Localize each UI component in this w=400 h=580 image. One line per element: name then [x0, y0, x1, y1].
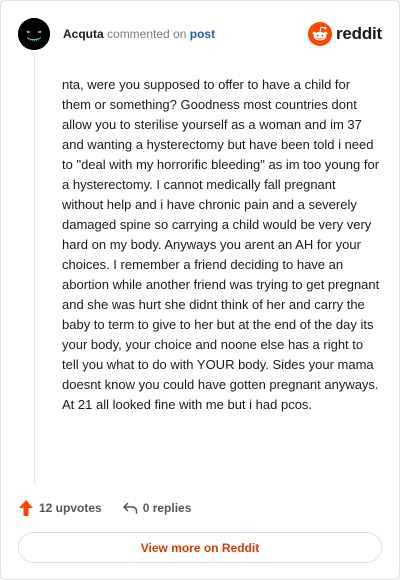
comment-text: nta, were you supposed to offer to have … [62, 77, 380, 412]
reddit-wordmark: reddit [335, 24, 382, 43]
comment-embed-card: Acquta commented on post reddit nta, wer… [0, 0, 400, 580]
comment-actions: 12 upvotes 0 replies [18, 498, 191, 518]
upvotes-count: 12 upvotes [39, 501, 102, 515]
thread-line [34, 53, 35, 485]
reddit-logo[interactable]: reddit [307, 22, 382, 46]
comment-header: Acquta commented on post reddit [18, 18, 382, 50]
avatar-face-icon [18, 18, 50, 50]
username[interactable]: Acquta [63, 27, 104, 41]
upvote-button[interactable]: 12 upvotes [18, 499, 102, 517]
reply-icon [122, 502, 137, 514]
replies-count: 0 replies [142, 501, 192, 515]
replies-button[interactable]: 0 replies [122, 501, 192, 515]
avatar[interactable] [18, 18, 50, 50]
post-link[interactable]: post [190, 27, 215, 41]
upvote-arrow-icon [19, 500, 33, 516]
action-text: commented on [107, 27, 187, 41]
comment-meta: Acquta commented on post [63, 27, 215, 41]
reddit-logo-icon [307, 22, 332, 46]
view-more-button[interactable]: View more on Reddit [18, 532, 382, 563]
